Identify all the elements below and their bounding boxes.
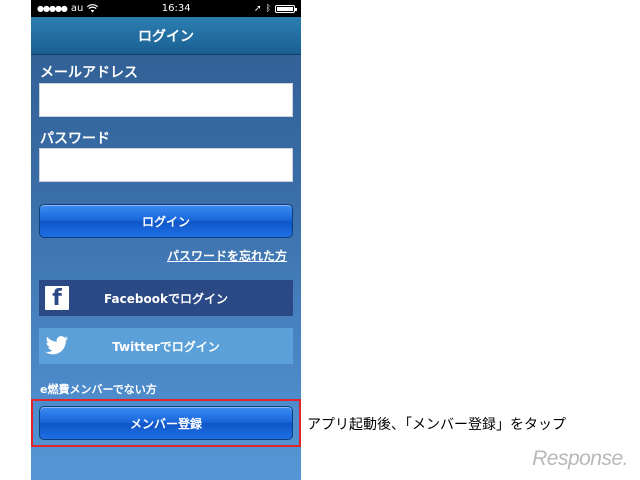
twitter-login-label: Twitterでログイン: [112, 339, 220, 354]
login-button[interactable]: ログイン: [39, 204, 293, 238]
login-button-label: ログイン: [141, 214, 190, 229]
highlight-box: [31, 399, 301, 447]
battery-icon: [275, 4, 297, 13]
forgot-password-link[interactable]: パスワードを忘れた方: [167, 247, 287, 264]
signal-dots-icon: ●●●●●: [37, 4, 68, 13]
wifi-icon: [87, 4, 99, 13]
nav-bar: ログイン: [31, 17, 301, 55]
facebook-login-button[interactable]: f Facebookでログイン: [39, 280, 293, 316]
location-arrow-icon: ➚: [254, 3, 262, 14]
non-member-prompt: e燃費メンバーでない方: [40, 383, 157, 396]
password-field[interactable]: [39, 148, 293, 182]
annotation-caption: アプリ起動後、「メンバー登録」をタップ: [307, 417, 566, 433]
facebook-icon: f: [45, 286, 69, 310]
twitter-login-button[interactable]: Twitterでログイン: [39, 328, 293, 364]
facebook-login-label: Facebookでログイン: [104, 291, 228, 306]
twitter-bird-icon: [45, 336, 69, 355]
password-label: パスワード: [40, 131, 110, 147]
status-bar: ●●●●● au 16:34 ➚ ᛒ: [31, 0, 301, 17]
response-watermark: Response.: [532, 447, 628, 470]
email-label: メールアドレス: [40, 65, 138, 81]
status-time: 16:34: [161, 3, 191, 14]
email-field[interactable]: [39, 83, 293, 117]
carrier-name: au: [70, 3, 84, 14]
bluetooth-icon: ᛒ: [265, 3, 271, 14]
page-title: ログイン: [138, 28, 194, 45]
